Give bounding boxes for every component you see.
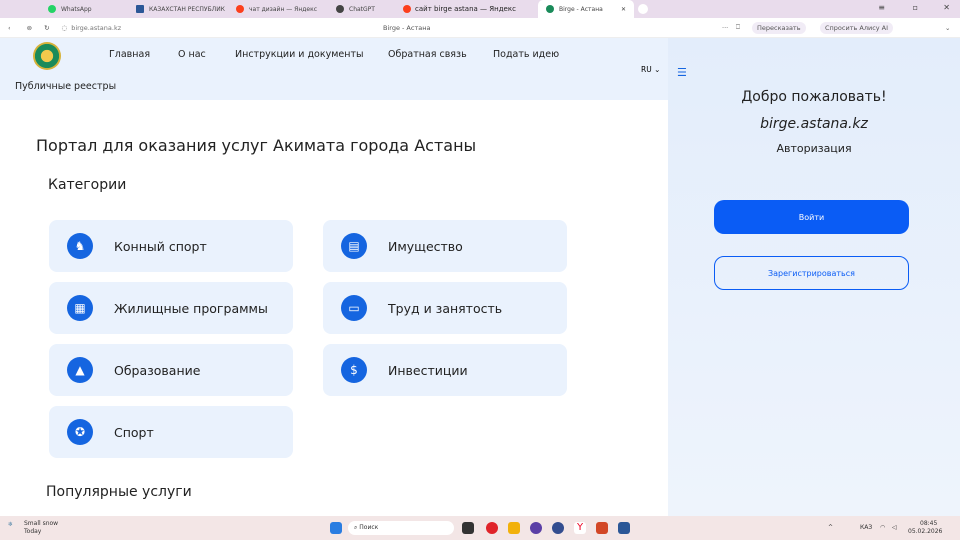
yandex-icon[interactable]: ⊚ bbox=[27, 24, 32, 32]
auth-panel: ☰ Добро пожаловать! birge.astana.kz Авто… bbox=[668, 38, 960, 516]
shield-icon: ◌ bbox=[61, 23, 68, 32]
retell-button[interactable]: Пересказать bbox=[752, 21, 806, 34]
close-tab-icon[interactable]: ✕ bbox=[621, 6, 626, 13]
portal-title: Портал для оказания услуг Акимата города… bbox=[36, 136, 477, 155]
weather-sub: Today bbox=[24, 528, 42, 535]
property-icon: ▤ bbox=[341, 233, 367, 259]
graduation-cap-icon: ▲ bbox=[67, 357, 93, 383]
powerpoint-icon[interactable] bbox=[596, 522, 608, 534]
nav-feedback[interactable]: Обратная связь bbox=[388, 49, 467, 60]
language-select[interactable]: RU ⌄ bbox=[641, 65, 660, 74]
welcome-heading: Добро пожаловать! bbox=[741, 89, 887, 105]
weather-icon: ❄ bbox=[8, 521, 14, 528]
nav-about[interactable]: О нас bbox=[178, 49, 206, 60]
browser-tab-active[interactable]: Birge - Астана ✕ bbox=[538, 0, 634, 18]
browser-tab[interactable]: КАЗАХСТАН РЕСПУБЛИК bbox=[128, 0, 228, 18]
horse-icon: ♞ bbox=[67, 233, 93, 259]
weather-text: Small snow bbox=[24, 520, 59, 527]
wifi-icon[interactable]: ◠ bbox=[880, 524, 885, 531]
url-field[interactable]: birge.astana.kz bbox=[71, 24, 121, 32]
task-view-icon[interactable] bbox=[462, 522, 474, 534]
category-employment[interactable]: ▭ Труд и занятость bbox=[323, 282, 567, 334]
category-horse-riding[interactable]: ♞ Конный спорт bbox=[49, 220, 293, 272]
word-icon[interactable] bbox=[618, 522, 630, 534]
yandex-icon bbox=[236, 5, 244, 13]
category-investments[interactable]: $ Инвестиции bbox=[323, 344, 567, 396]
search-box[interactable]: ⌕ Поиск bbox=[348, 521, 454, 535]
opera-icon[interactable] bbox=[486, 522, 498, 534]
category-housing[interactable]: ▦ Жилищные программы bbox=[49, 282, 293, 334]
app-icon[interactable] bbox=[530, 522, 542, 534]
nav-home[interactable]: Главная bbox=[109, 49, 150, 60]
language-indicator[interactable]: КАЗ bbox=[860, 524, 872, 531]
clock-time[interactable]: 08:45 bbox=[920, 520, 937, 527]
window-close-icon[interactable]: ✕ bbox=[943, 3, 950, 12]
browser-tab[interactable]: чат дизайн — Яндекс bbox=[228, 0, 328, 18]
browser-tab[interactable]: ChatGPT bbox=[328, 0, 398, 18]
document-icon bbox=[136, 5, 144, 13]
address-bar: ‹ ⊚ ↻ ◌ birge.astana.kz Birge - Астана ·… bbox=[0, 18, 960, 38]
site-icon bbox=[546, 5, 554, 13]
whatsapp-icon bbox=[48, 5, 56, 13]
browser-tab-bar: WhatsApp КАЗАХСТАН РЕСПУБЛИК чат дизайн … bbox=[0, 0, 960, 18]
start-icon[interactable] bbox=[330, 522, 342, 534]
more-icon[interactable]: ··· bbox=[722, 24, 728, 32]
taskbar: ❄ Small snow Today ⌕ Поиск Y ^ КАЗ ◠ ◁ 0… bbox=[0, 516, 960, 540]
download-icon[interactable]: ⌄ bbox=[945, 24, 950, 32]
menu-icon[interactable]: ≡ bbox=[878, 3, 885, 12]
page-title: Birge - Астана bbox=[383, 23, 431, 32]
chatgpt-icon bbox=[336, 5, 344, 13]
briefcase-icon: ▭ bbox=[341, 295, 367, 321]
nav-public-registries[interactable]: Публичные реестры bbox=[15, 81, 116, 92]
categories-heading: Категории bbox=[48, 177, 127, 193]
yandex-app-icon[interactable] bbox=[552, 522, 564, 534]
list-menu-icon[interactable]: ☰ bbox=[677, 66, 687, 79]
popular-services-heading: Популярные услуги bbox=[46, 484, 192, 500]
ask-alice-button[interactable]: Спросить Алису AI bbox=[820, 21, 894, 34]
back-icon[interactable]: ‹ bbox=[8, 24, 11, 32]
tray-chevron-icon[interactable]: ^ bbox=[828, 524, 833, 531]
nav-instructions[interactable]: Инструкции и документы bbox=[235, 49, 364, 60]
yandex-browser-icon[interactable]: Y bbox=[574, 522, 586, 534]
building-icon: ▦ bbox=[67, 295, 93, 321]
new-tab-button[interactable] bbox=[638, 4, 648, 14]
window-restore-icon[interactable]: ▫ bbox=[913, 3, 918, 12]
volume-icon[interactable]: ◁ bbox=[892, 524, 897, 531]
nav-submit-idea[interactable]: Подать идею bbox=[493, 49, 559, 60]
explorer-icon[interactable] bbox=[508, 522, 520, 534]
register-button[interactable]: Зарегистрироваться bbox=[714, 256, 909, 290]
browser-tab[interactable]: сайт birge astana — Яндекс bbox=[398, 0, 538, 18]
coins-icon: $ bbox=[341, 357, 367, 383]
category-property[interactable]: ▤ Имущество bbox=[323, 220, 567, 272]
astana-logo[interactable] bbox=[33, 42, 61, 70]
category-education[interactable]: ▲ Образование bbox=[49, 344, 293, 396]
auth-label: Авторизация bbox=[776, 142, 852, 155]
reload-icon[interactable]: ↻ bbox=[44, 24, 49, 32]
clock-date[interactable]: 05.02.2026 bbox=[908, 528, 942, 535]
category-sport[interactable]: ✪ Спорт bbox=[49, 406, 293, 458]
site-name: birge.astana.kz bbox=[760, 116, 868, 132]
browser-tab[interactable]: WhatsApp bbox=[40, 0, 128, 18]
medal-icon: ✪ bbox=[67, 419, 93, 445]
bookmark-icon[interactable]: ⎕ bbox=[736, 23, 740, 32]
site-header: Главная О нас Инструкции и документы Обр… bbox=[0, 38, 668, 100]
login-button[interactable]: Войти bbox=[714, 200, 909, 234]
yandex-icon bbox=[403, 5, 411, 13]
